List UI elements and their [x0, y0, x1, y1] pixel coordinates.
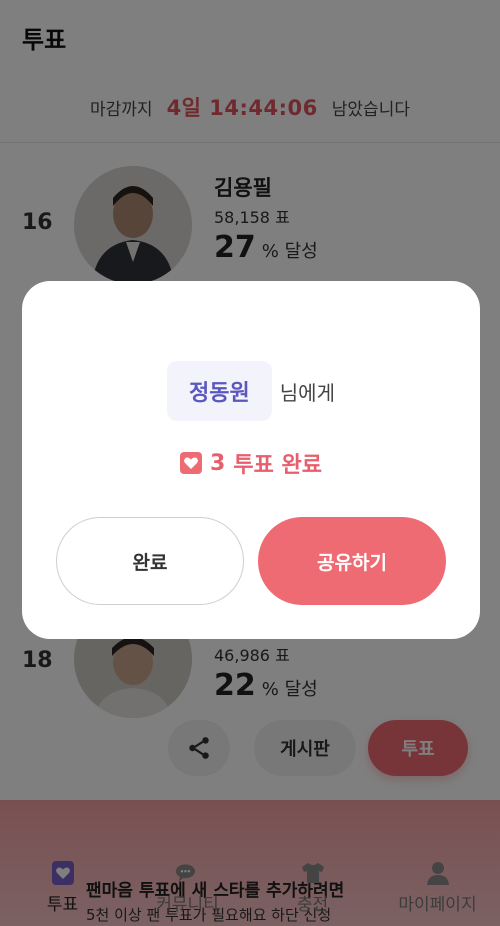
vote-page: 투표 마감까지 4일 14:44:06 남았습니다 16 김용필 58,158 …	[0, 0, 500, 926]
heart-icon	[180, 452, 203, 474]
recipient-row: 정동원 님에게	[22, 361, 480, 421]
vote-complete-text: 투표 완료	[233, 453, 322, 478]
recipient-name: 정동원	[167, 361, 272, 421]
recipient-suffix: 님에게	[279, 380, 335, 405]
vote-complete-dialog: 정동원 님에게 3 투표 완료 완료 공유하기	[22, 281, 480, 639]
vote-count: 3	[210, 450, 226, 476]
share-action-button[interactable]: 공유하기	[258, 517, 446, 605]
done-button[interactable]: 완료	[56, 517, 244, 605]
vote-complete-message: 3 투표 완료	[22, 447, 480, 479]
